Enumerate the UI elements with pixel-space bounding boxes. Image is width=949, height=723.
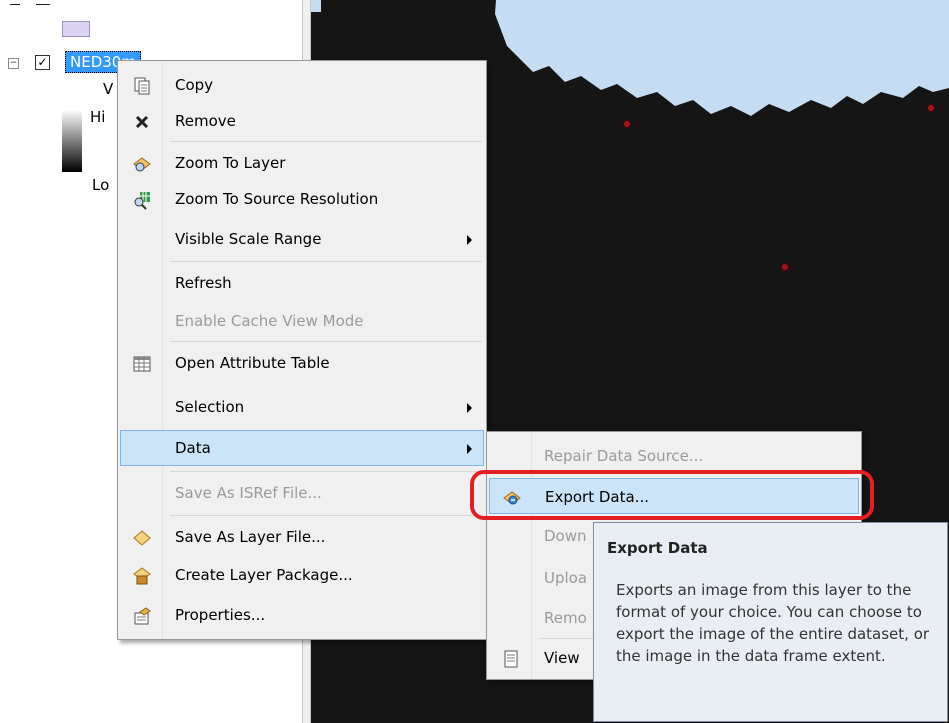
- submenu-arrow-icon: [467, 444, 472, 454]
- point-feature[interactable]: [781, 263, 789, 271]
- menu-item-label: Remove: [175, 112, 236, 130]
- point-feature[interactable]: [623, 120, 631, 128]
- table-icon: [133, 356, 151, 372]
- menu-item-zoom-to-layer[interactable]: Zoom To Layer: [120, 145, 484, 181]
- remove-icon: [135, 115, 149, 129]
- submenu-arrow-icon: [467, 403, 472, 413]
- menu-item-refresh[interactable]: Refresh: [120, 265, 484, 301]
- menu-item-repair-data-source[interactable]: Repair Data Source...: [489, 438, 859, 474]
- menu-item-visible-scale-range[interactable]: Visible Scale Range: [120, 221, 484, 257]
- export-data-tooltip: Export Data Exports an image from this l…: [593, 522, 948, 722]
- menu-item-data[interactable]: Data: [120, 430, 484, 466]
- high-label: Hi: [90, 108, 106, 126]
- tooltip-body: Exports an image from this layer to the …: [616, 581, 930, 665]
- menu-item-label: Enable Cache View Mode: [175, 312, 364, 330]
- tree-line: [10, 4, 20, 5]
- menu-item-label: Zoom To Layer: [175, 154, 286, 172]
- menu-item-label: Refresh: [175, 274, 232, 292]
- menu-item-label: Create Layer Package...: [175, 566, 353, 584]
- menu-item-label: Visible Scale Range: [175, 230, 322, 248]
- tree-line: [36, 4, 50, 5]
- point-feature[interactable]: [927, 104, 935, 112]
- menu-item-label: Save As Layer File...: [175, 528, 326, 546]
- menu-item-selection[interactable]: Selection: [120, 389, 484, 425]
- menu-item-zoom-to-source-resolution[interactable]: Zoom To Source Resolution: [120, 181, 484, 217]
- menu-item-label: Repair Data Source...: [544, 447, 704, 465]
- menu-item-label: Properties...: [175, 606, 266, 624]
- properties-icon: [134, 607, 151, 625]
- menu-item-copy[interactable]: Copy: [120, 67, 484, 103]
- menu-item-open-attribute-table[interactable]: Open Attribute Table: [120, 345, 484, 381]
- menu-item-label: Zoom To Source Resolution: [175, 190, 379, 208]
- elevation-color-ramp: [62, 110, 82, 172]
- menu-item-create-layer-package[interactable]: Create Layer Package...: [120, 557, 484, 593]
- menu-item-label: Down: [544, 527, 587, 545]
- layer-context-menu: Copy Remove Zoom To Layer Zoom To Source…: [117, 60, 487, 640]
- annotation-highlight: [470, 470, 874, 520]
- menu-item-enable-cache-view-mode[interactable]: Enable Cache View Mode: [120, 303, 484, 339]
- menu-item-label: Copy: [175, 76, 214, 94]
- copy-icon: [134, 77, 150, 95]
- menu-item-properties[interactable]: Properties...: [120, 597, 484, 633]
- menu-item-label: Remo: [544, 609, 587, 627]
- menu-item-label: Open Attribute Table: [175, 354, 330, 372]
- layer-visibility-checkbox[interactable]: ✓: [35, 55, 50, 70]
- menu-item-label: Data: [175, 439, 211, 457]
- water-area: [495, 0, 949, 116]
- menu-item-label: Selection: [175, 398, 245, 416]
- layer-package-icon: [133, 567, 151, 585]
- menu-item-save-as-layer-file[interactable]: Save As Layer File...: [120, 519, 484, 555]
- menu-item-save-as-isref-file[interactable]: Save As ISRef File...: [120, 475, 484, 511]
- menu-item-label: Save As ISRef File...: [175, 484, 322, 502]
- menu-item-label: Uploa: [544, 569, 588, 587]
- zoom-to-layer-icon: [133, 157, 151, 172]
- value-label: V: [103, 80, 114, 98]
- submenu-arrow-icon: [467, 235, 472, 245]
- view-icon: [504, 650, 518, 668]
- zoom-to-resolution-icon: [134, 192, 150, 210]
- low-label: Lo: [92, 176, 110, 194]
- layer-file-icon: [133, 530, 151, 546]
- collapse-toggle[interactable]: −: [8, 58, 19, 69]
- legend-swatch: [62, 21, 90, 37]
- tooltip-title: Export Data: [607, 539, 708, 557]
- menu-item-remove[interactable]: Remove: [120, 103, 484, 139]
- menu-item-label: View: [544, 649, 580, 667]
- water-area-edge: [311, 0, 321, 12]
